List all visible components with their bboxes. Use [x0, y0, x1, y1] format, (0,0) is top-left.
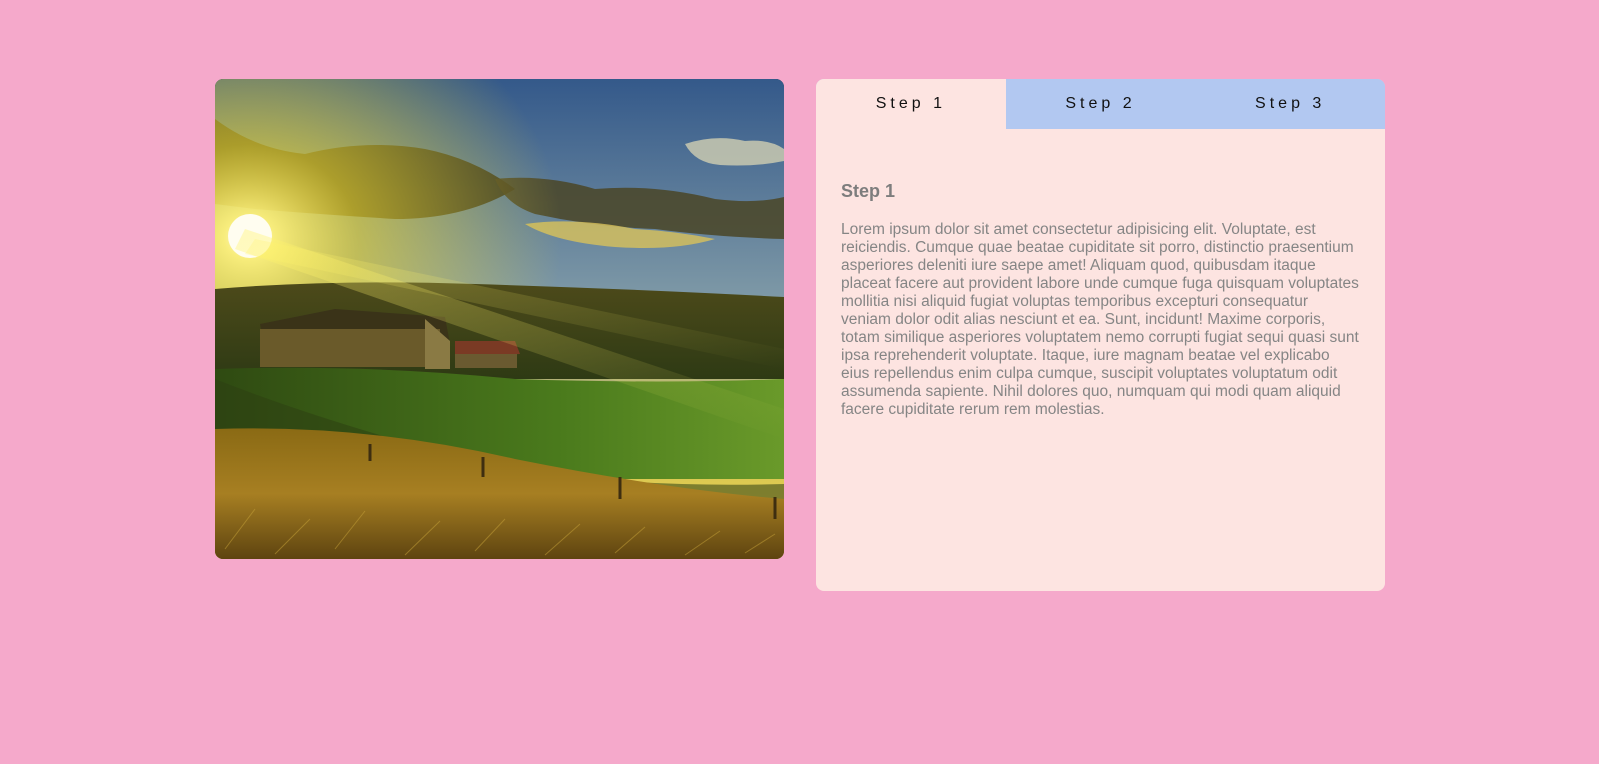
- tab-bar: Step 1 Step 2 Step 3: [816, 79, 1385, 129]
- landscape-illustration: [215, 79, 784, 559]
- tab-step-3[interactable]: Step 3: [1195, 79, 1385, 129]
- tab-step-2[interactable]: Step 2: [1005, 79, 1196, 129]
- tabs-panel: Step 1 Step 2 Step 3 Step 1 Lorem ipsum …: [816, 79, 1385, 591]
- landscape-image: [215, 79, 784, 559]
- tab-step-1[interactable]: Step 1: [816, 79, 1006, 129]
- panel-body-text: Lorem ipsum dolor sit amet consectetur a…: [841, 221, 1359, 418]
- panel-title: Step 1: [841, 181, 896, 201]
- tab-content: Step 1 Lorem ipsum dolor sit amet consec…: [816, 129, 1385, 419]
